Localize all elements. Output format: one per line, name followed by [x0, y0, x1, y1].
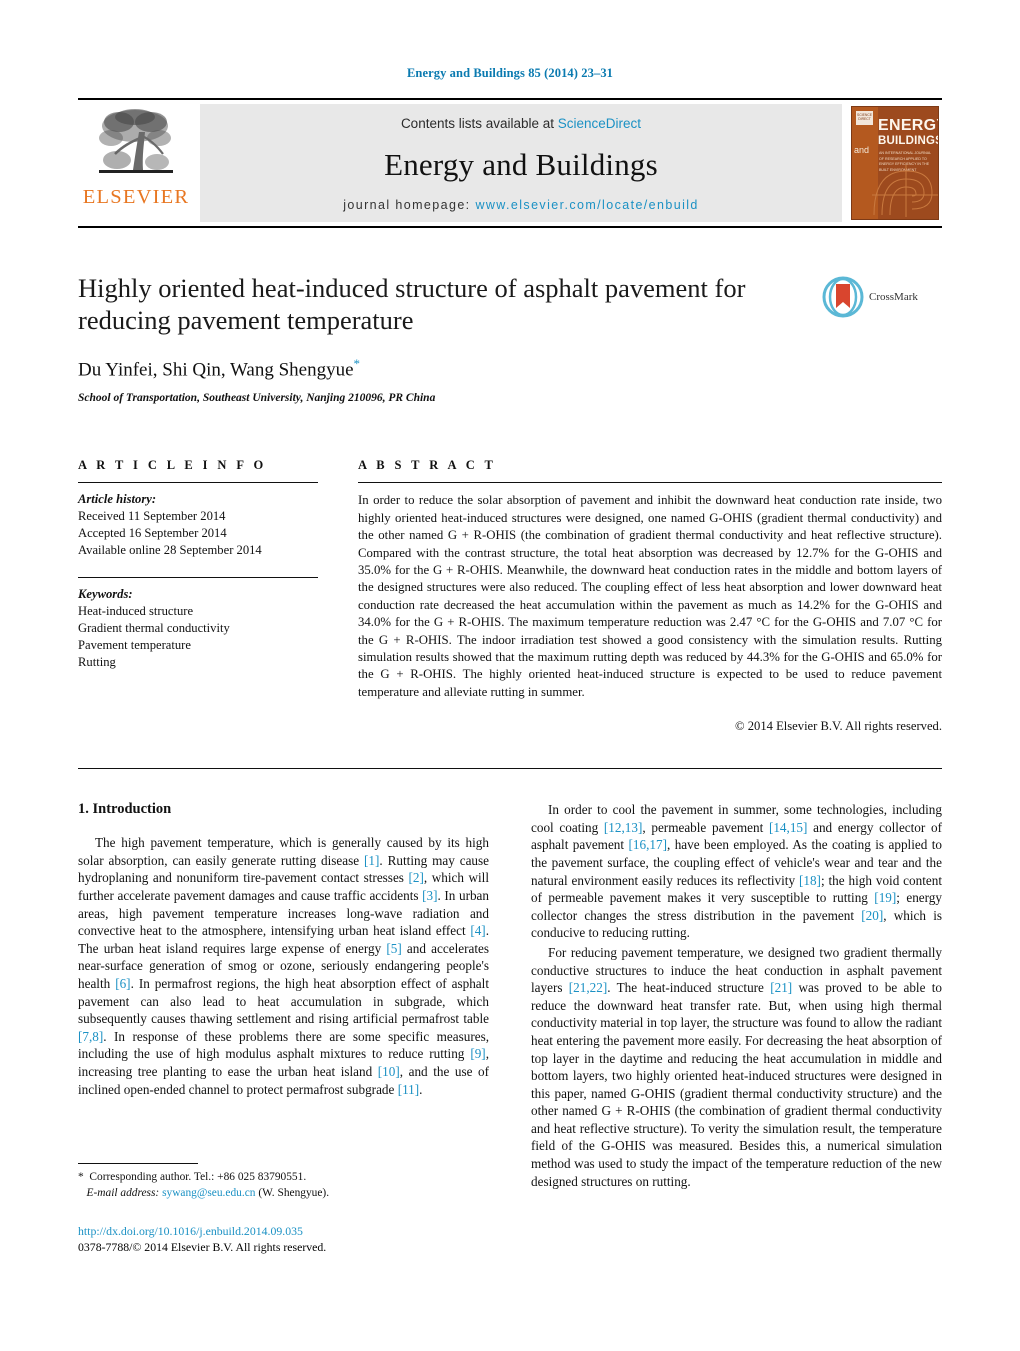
keyword-item: Gradient thermal conductivity: [78, 621, 230, 636]
running-head: Energy and Buildings 85 (2014) 23–31: [406, 66, 614, 80]
citation-ref[interactable]: [14,15]: [769, 820, 807, 835]
contents-list-line: Contents lists available at ScienceDirec…: [401, 116, 641, 131]
citation-ref[interactable]: [19]: [874, 890, 896, 905]
keyword-item: Pavement temperature: [78, 638, 191, 653]
history-accepted: Accepted 16 September 2014: [78, 526, 227, 541]
cover-image: SCIENCE DIRECT and ENERGY BUILDINGS AN I…: [851, 106, 939, 220]
author-list: Du Yinfei, Shi Qin, Wang Shengyue*: [78, 356, 806, 381]
email-owner: (W. Shengyue).: [258, 1186, 330, 1199]
crossmark-icon: [822, 276, 864, 318]
abstract-heading: A B S T R A C T: [358, 458, 497, 473]
intro-text-seg: . The heat-induced structure: [607, 980, 771, 996]
journal-article-page: Energy and Buildings 85 (2014) 23–31 ELS…: [0, 0, 1020, 1351]
journal-masthead: ELSEVIER Contents lists available at Sci…: [78, 98, 942, 228]
intro-text-seg: .: [419, 1081, 423, 1097]
citation-ref[interactable]: [4]: [470, 923, 485, 938]
cover-title-line1: ENERGY: [878, 117, 938, 134]
journal-homepage-link[interactable]: www.elsevier.com/locate/enbuild: [475, 198, 698, 212]
citation-ref[interactable]: [18]: [799, 873, 821, 888]
crossmark-badge[interactable]: CrossMark: [822, 272, 942, 318]
title-column: Highly oriented heat-induced structure o…: [78, 272, 822, 404]
section-heading-introduction: 1. Introduction: [78, 801, 172, 818]
page-footnote: * Corresponding author. Tel.: +86 025 83…: [78, 1163, 486, 1255]
intro-text-seg: . In response of these problems there ar…: [78, 1028, 489, 1062]
journal-cover-thumbnail: SCIENCE DIRECT and ENERGY BUILDINGS AN I…: [848, 100, 942, 226]
history-received: Received 11 September 2014: [78, 509, 226, 524]
intro-paragraph-right-2: For reducing pavement temperature, we de…: [531, 944, 942, 1190]
elsevier-logo: ELSEVIER: [78, 100, 194, 226]
abstract-text: In order to reduce the solar absorption …: [358, 493, 942, 699]
email-link[interactable]: sywang@seu.edu.cn: [162, 1187, 255, 1199]
abstract-column: A B S T R A C T In order to reduce the s…: [340, 458, 942, 734]
contents-prefix: Contents lists available at: [400, 116, 558, 131]
homepage-prefix: journal homepage:: [343, 198, 476, 212]
keyword-item: Rutting: [78, 655, 116, 670]
citation-ref[interactable]: [6]: [115, 976, 130, 991]
corresponding-author-text: Corresponding author. Tel.: +86 025 8379…: [89, 1171, 307, 1183]
cover-title-line2: BUILDINGS: [878, 135, 939, 147]
abstract-rule: [358, 482, 942, 484]
journal-title: Energy and Buildings: [384, 146, 658, 182]
citation-ref[interactable]: [1]: [364, 853, 379, 868]
citation-ref[interactable]: [16,17]: [629, 837, 667, 852]
body-columns: 1. Introduction The high pavement temper…: [78, 801, 942, 1192]
elsevier-wordmark: ELSEVIER: [82, 186, 190, 208]
intro-text-seg: was proved to be able to reduce the down…: [531, 980, 942, 1189]
corresponding-author-note: * Corresponding author. Tel.: +86 025 83…: [78, 1170, 486, 1201]
citation-ref[interactable]: [21]: [770, 980, 792, 995]
citation-ref[interactable]: [21,22]: [569, 980, 607, 995]
sciencedirect-link[interactable]: ScienceDirect: [558, 116, 641, 131]
doi-link[interactable]: http://dx.doi.org/10.1016/j.enbuild.2014…: [78, 1223, 486, 1239]
elsevier-tree-icon: [99, 109, 173, 173]
footnote-rule: [78, 1163, 198, 1164]
corresponding-author-marker: *: [353, 356, 361, 371]
article-header: Highly oriented heat-induced structure o…: [78, 272, 942, 404]
article-info-heading: A R T I C L E I N F O: [78, 458, 267, 473]
citation-ref[interactable]: [9]: [470, 1046, 485, 1061]
keyword-item: Heat-induced structure: [78, 604, 194, 619]
keywords-rule: [78, 577, 318, 579]
history-available-online: Available online 28 September 2014: [78, 543, 262, 558]
keywords-label: Keywords:: [78, 587, 133, 602]
citation-ref[interactable]: [3]: [422, 888, 437, 903]
abstract-copyright: © 2014 Elsevier B.V. All rights reserved…: [735, 719, 942, 734]
left-column: 1. Introduction The high pavement temper…: [78, 801, 489, 1192]
intro-text-seg: . In permafrost regions, the high heat a…: [78, 975, 489, 1027]
article-history-label: Article history:: [78, 492, 157, 507]
citation-ref[interactable]: [11]: [398, 1082, 419, 1097]
citation-ref[interactable]: [2]: [408, 870, 423, 885]
intro-text-seg: , permeable pavement: [642, 819, 769, 835]
affiliation: School of Transportation, Southeast Univ…: [78, 392, 436, 405]
cover-and-word: and: [854, 145, 870, 155]
article-info-rule: [78, 482, 318, 484]
cover-badge: SCIENCE DIRECT: [856, 111, 873, 125]
doi-block: http://dx.doi.org/10.1016/j.enbuild.2014…: [78, 1223, 486, 1255]
intro-paragraph-left: The high pavement temperature, which is …: [78, 834, 489, 1098]
citation-ref[interactable]: [20]: [861, 908, 883, 923]
crossmark-label: CrossMark: [869, 291, 918, 303]
info-abstract-section: A R T I C L E I N F O Article history: R…: [78, 458, 942, 734]
citation-ref[interactable]: [10]: [378, 1064, 400, 1079]
author-names: Du Yinfei, Shi Qin, Wang Shengyue: [78, 359, 354, 381]
footnote-marker: *: [78, 1171, 84, 1183]
article-info-column: A R T I C L E I N F O Article history: R…: [78, 458, 340, 734]
citation-ref[interactable]: [5]: [386, 941, 401, 956]
body-divider: [78, 768, 942, 770]
intro-paragraph-right-1: In order to cool the pavement in summer,…: [531, 801, 942, 942]
cover-arc-graphic: [872, 165, 938, 217]
right-column: In order to cool the pavement in summer,…: [531, 801, 942, 1192]
page-title: Highly oriented heat-induced structure o…: [78, 273, 746, 335]
citation-ref[interactable]: [12,13]: [604, 820, 642, 835]
issn-copyright-line: 0378-7788/© 2014 Elsevier B.V. All right…: [78, 1240, 327, 1254]
masthead-center: Contents lists available at ScienceDirec…: [200, 104, 842, 222]
journal-homepage-line: journal homepage: www.elsevier.com/locat…: [343, 198, 699, 212]
email-label: E-mail address:: [86, 1186, 160, 1199]
citation-ref[interactable]: [7,8]: [78, 1029, 103, 1044]
